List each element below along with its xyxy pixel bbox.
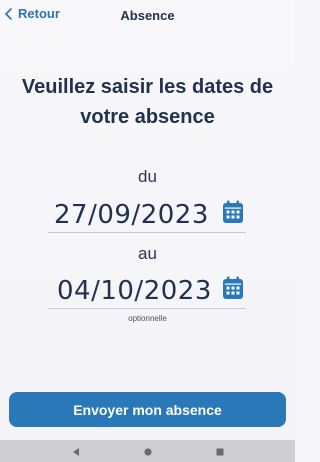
- to-date-helper-text: optionnelle: [128, 314, 167, 323]
- system-nav-bar: [0, 440, 295, 462]
- from-date-value: 27/09/2023: [54, 200, 209, 230]
- triangle-left-icon[interactable]: [70, 446, 82, 458]
- from-date-field[interactable]: 27/09/2023: [48, 198, 246, 233]
- submit-absence-button[interactable]: Envoyer mon absence: [9, 392, 286, 427]
- calendar-icon[interactable]: [222, 276, 244, 300]
- to-label: au: [138, 244, 157, 263]
- to-date-field[interactable]: 04/10/2023: [48, 274, 246, 309]
- page-title: Absence: [120, 8, 175, 23]
- to-date-value: 04/10/2023: [57, 276, 212, 306]
- square-icon[interactable]: [214, 446, 226, 458]
- from-label: du: [138, 167, 157, 186]
- absence-screen: Retour Absence Veuillez saisir les dates…: [0, 0, 295, 440]
- circle-icon[interactable]: [142, 446, 154, 458]
- calendar-icon[interactable]: [222, 200, 244, 224]
- instruction-heading: Veuillez saisir les dates de votre absen…: [21, 76, 274, 128]
- top-bar: Retour Absence: [0, 0, 295, 32]
